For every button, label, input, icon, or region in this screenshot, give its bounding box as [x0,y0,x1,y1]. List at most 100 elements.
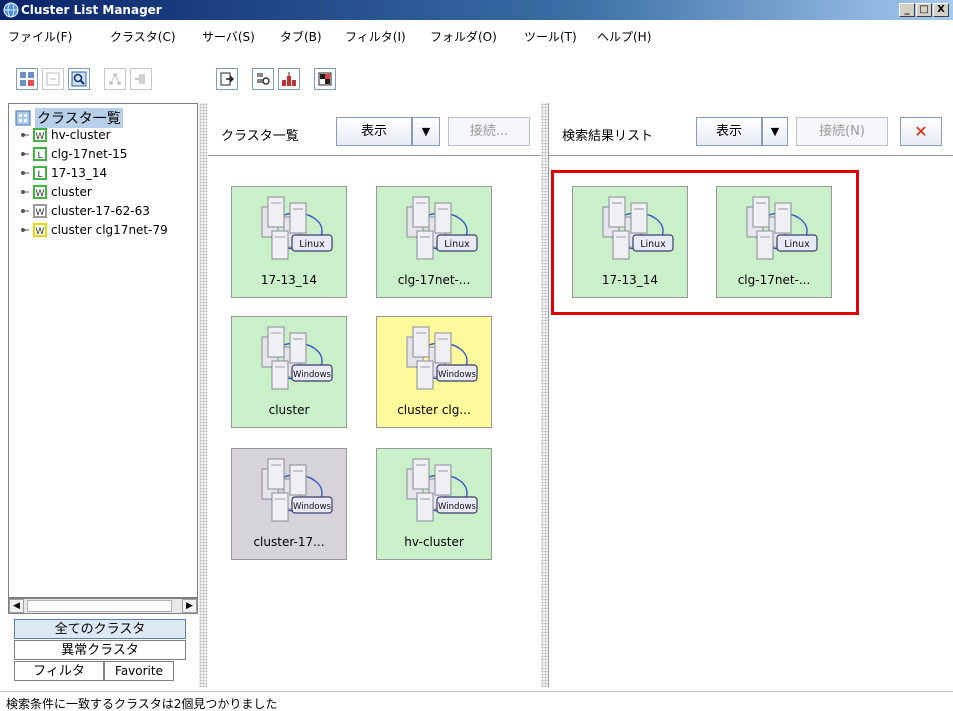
maximize-button[interactable]: □ [916,3,932,17]
import-icon [220,72,234,86]
left-panel: クラスタ一覧 W hv-cluster L clg-17net-15 L 17-… [8,103,198,691]
tile-label: clg-17net-... [397,273,471,287]
server-cluster-icon: Windows [406,326,478,390]
server-cluster-icon: Windows [261,326,333,390]
windows-cluster-icon: W [33,128,47,142]
search-results-header: 検索結果リスト 表示 ▼ 接続(N) ✕ [548,103,953,153]
menu-filter[interactable]: フィルタ(I) [345,28,406,45]
remove-cluster-icon [46,72,60,86]
cluster-group-icon [282,72,296,86]
menu-file[interactable]: ファイル(F) [8,28,72,45]
svg-text:L: L [37,170,42,180]
cluster-tile[interactable]: Windows cluster-17... [231,448,347,560]
cluster-tile[interactable]: Linux 17-13_14 [231,186,347,298]
scroll-thumb[interactable] [27,600,172,612]
tab-favorite[interactable]: Favorite [104,661,174,681]
search-results-title: 検索結果リスト [562,129,654,144]
os-badge: Windows [438,502,477,512]
network-button[interactable] [104,68,126,90]
cluster-tree: クラスタ一覧 W hv-cluster L clg-17net-15 L 17-… [8,103,198,598]
cluster-group-button[interactable] [278,68,300,90]
svg-text:W: W [36,227,45,237]
tree-root-label: クラスタ一覧 [35,108,123,128]
windows-cluster-icon: W [33,223,47,237]
network-icon [109,73,121,85]
tab-abnormal-clusters[interactable]: 異常クラスタ [14,640,186,660]
toolbar [0,49,953,101]
cluster-list-title: クラスタ一覧 [221,129,299,144]
tree-item-label: cluster clg17net-79 [51,223,168,237]
expand-handle-icon [21,228,29,232]
center-splitter[interactable] [541,103,548,687]
expand-handle-icon [21,190,29,194]
close-button[interactable]: X [933,3,949,17]
import-button[interactable] [216,68,238,90]
tab-all-clusters[interactable]: 全てのクラスタ [14,619,186,639]
svg-text:L: L [37,151,42,161]
window-title: Cluster List Manager [21,3,162,17]
tree-item-label: clg-17net-15 [51,147,128,161]
scroll-right-button[interactable]: ▶ [182,599,197,613]
expand-handle-icon [21,209,29,213]
minimize-button[interactable]: _ [899,3,915,17]
menu-bar: ファイル(F) クラスタ(C) サーバ(S) タブ(B) フィルタ(I) フォル… [0,21,953,49]
windows-cluster-icon: W [33,185,47,199]
search-server-icon [257,73,270,85]
plug-icon [135,74,145,84]
menu-tools[interactable]: ツール(T) [524,28,577,45]
status-bar: 検索条件に一致するクラスタは2個見つかりました [0,691,953,711]
results-connect-button[interactable]: 接続(N) [796,117,888,146]
expand-handle-icon [21,171,29,175]
server-cluster-icon: Windows [261,458,333,522]
os-badge: Windows [293,370,332,380]
os-badge: Linux [444,239,470,250]
cluster-tile[interactable]: Windows hv-cluster [376,448,492,560]
tile-label: cluster clg... [397,403,471,417]
server-cluster-icon: Windows [406,458,478,522]
view-mode-button[interactable] [314,68,336,90]
results-show-button[interactable]: 表示 [696,117,762,146]
results-highlight-box [551,170,859,315]
cluster-tile[interactable]: Windows cluster clg... [376,316,492,428]
os-badge: Windows [293,502,332,512]
linux-cluster-icon: L [33,166,47,180]
expand-handle-icon [21,133,29,137]
show-dropdown-button[interactable]: ▼ [412,117,440,146]
tree-item-label: 17-13_14 [51,166,108,180]
cluster-tile[interactable]: Linux clg-17net-... [376,186,492,298]
search-server-button[interactable] [252,68,274,90]
title-bar: Cluster List Manager _ □ X [0,0,953,20]
menu-help[interactable]: ヘルプ(H) [597,28,651,45]
show-button[interactable]: 表示 [336,117,412,146]
left-splitter[interactable] [199,103,207,687]
menu-server[interactable]: サーバ(S) [202,28,255,45]
os-badge: Linux [299,239,325,250]
add-cluster-button[interactable] [16,68,38,90]
tab-filter[interactable]: フィルタ [14,661,104,681]
scroll-left-button[interactable]: ◀ [9,599,24,613]
disconnect-button[interactable] [130,68,152,90]
search-icon [71,71,87,87]
tile-label: hv-cluster [404,535,464,549]
search-results-grid: Linux 17-13_14 Linux clg-17net-... [548,155,953,687]
server-cluster-icon: Linux [261,196,333,260]
linux-cluster-icon: L [33,147,47,161]
connect-button[interactable]: 接続... [448,117,530,146]
remove-cluster-button[interactable] [42,68,64,90]
tree-item-label: hv-cluster [51,128,111,142]
cluster-list-icon [15,110,31,126]
panel-divider [548,103,549,687]
svg-text:W: W [36,208,45,218]
grid-view-icon [318,72,332,86]
close-results-icon[interactable]: ✕ [900,117,942,146]
cluster-tile[interactable]: Windows cluster [231,316,347,428]
menu-cluster[interactable]: クラスタ(C) [110,28,176,45]
results-show-dropdown-button[interactable]: ▼ [762,117,788,146]
search-button[interactable] [68,68,90,90]
menu-folder[interactable]: フォルダ(O) [430,28,497,45]
menu-tab[interactable]: タブ(B) [280,28,322,45]
os-badge: Windows [438,370,477,380]
globe-icon [3,2,19,18]
add-cluster-icon [20,72,34,86]
tree-horizontal-scrollbar[interactable]: ◀ ▶ [8,598,198,614]
